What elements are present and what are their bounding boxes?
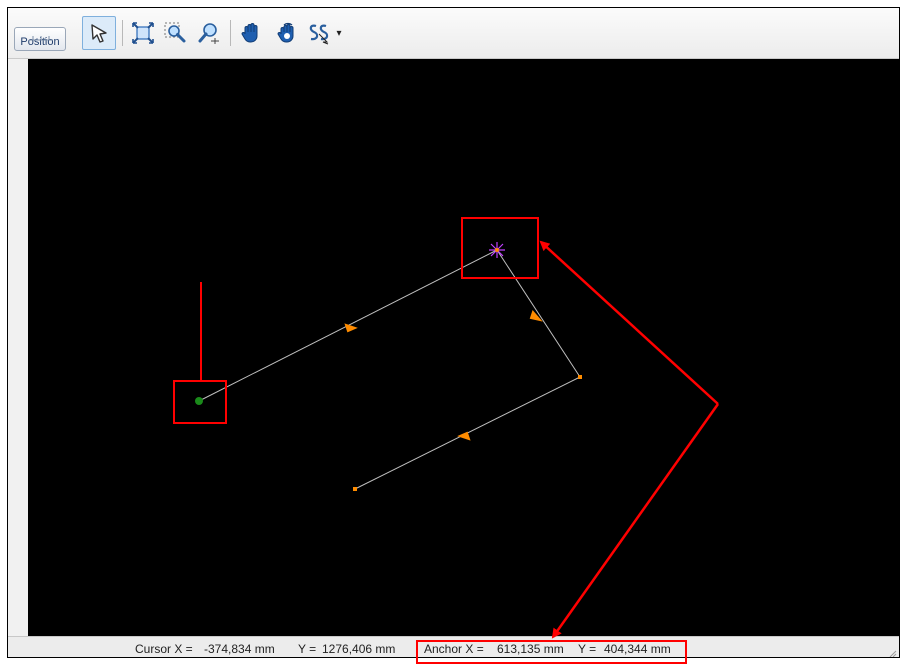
status-bar: Cursor X = -374,834 mm Y = 1276,406 mm A… xyxy=(8,636,899,658)
direction-arrow-1 xyxy=(344,323,358,333)
pan-hand-icon xyxy=(241,23,258,43)
toolbar: Position ▾ xyxy=(8,8,899,59)
cursor-x-label: Cursor X = xyxy=(135,642,193,656)
position-grip-icon xyxy=(29,36,53,41)
anchor-marker xyxy=(489,242,505,258)
snap-dropdown-arrow[interactable]: ▾ xyxy=(334,16,344,50)
position-button[interactable]: Position xyxy=(14,27,66,51)
drawing-canvas[interactable] xyxy=(28,59,899,636)
select-pointer-button[interactable] xyxy=(82,16,116,50)
cad-view-window: Position ▾ Cursor X = -374,834 mm Y = 12… xyxy=(7,7,900,658)
cursor-y-value: 1276,406 mm xyxy=(322,642,396,656)
pan-button[interactable] xyxy=(236,16,266,50)
snap-button[interactable] xyxy=(304,16,334,50)
zoom-extents-icon xyxy=(132,22,154,44)
toolbar-separator xyxy=(122,20,123,46)
zoom-window-icon xyxy=(164,22,186,43)
anchor-y-value: 404,344 mm xyxy=(604,642,671,656)
orbit-hand-icon xyxy=(277,22,294,43)
start-point-marker xyxy=(195,397,203,405)
path-node xyxy=(353,487,357,491)
direction-arrow-3 xyxy=(457,431,471,441)
zoom-window-button[interactable] xyxy=(160,16,190,50)
orbit-button[interactable] xyxy=(272,16,302,50)
zoom-realtime-button[interactable] xyxy=(194,16,224,50)
anchor-y-label: Y = xyxy=(578,642,597,656)
zoom-extents-button[interactable] xyxy=(128,16,158,50)
snap-icon xyxy=(309,24,329,45)
cursor-x-value: -374,834 mm xyxy=(204,642,275,656)
pointer-arrow-icon xyxy=(91,24,107,43)
anchor-x-label: Anchor X = xyxy=(424,642,484,656)
resize-grip-icon[interactable] xyxy=(887,648,897,658)
anchor-x-value: 613,135 mm xyxy=(497,642,564,656)
cursor-y-label: Y = xyxy=(298,642,317,656)
path-segment-2 xyxy=(496,249,581,378)
callout-label-1: 1 xyxy=(193,232,205,254)
zoom-realtime-icon xyxy=(198,23,219,44)
toolbar-separator xyxy=(230,20,231,46)
callout-label-2: 2 xyxy=(731,404,743,426)
toolpath-drawing xyxy=(195,242,582,491)
path-node xyxy=(578,375,582,379)
